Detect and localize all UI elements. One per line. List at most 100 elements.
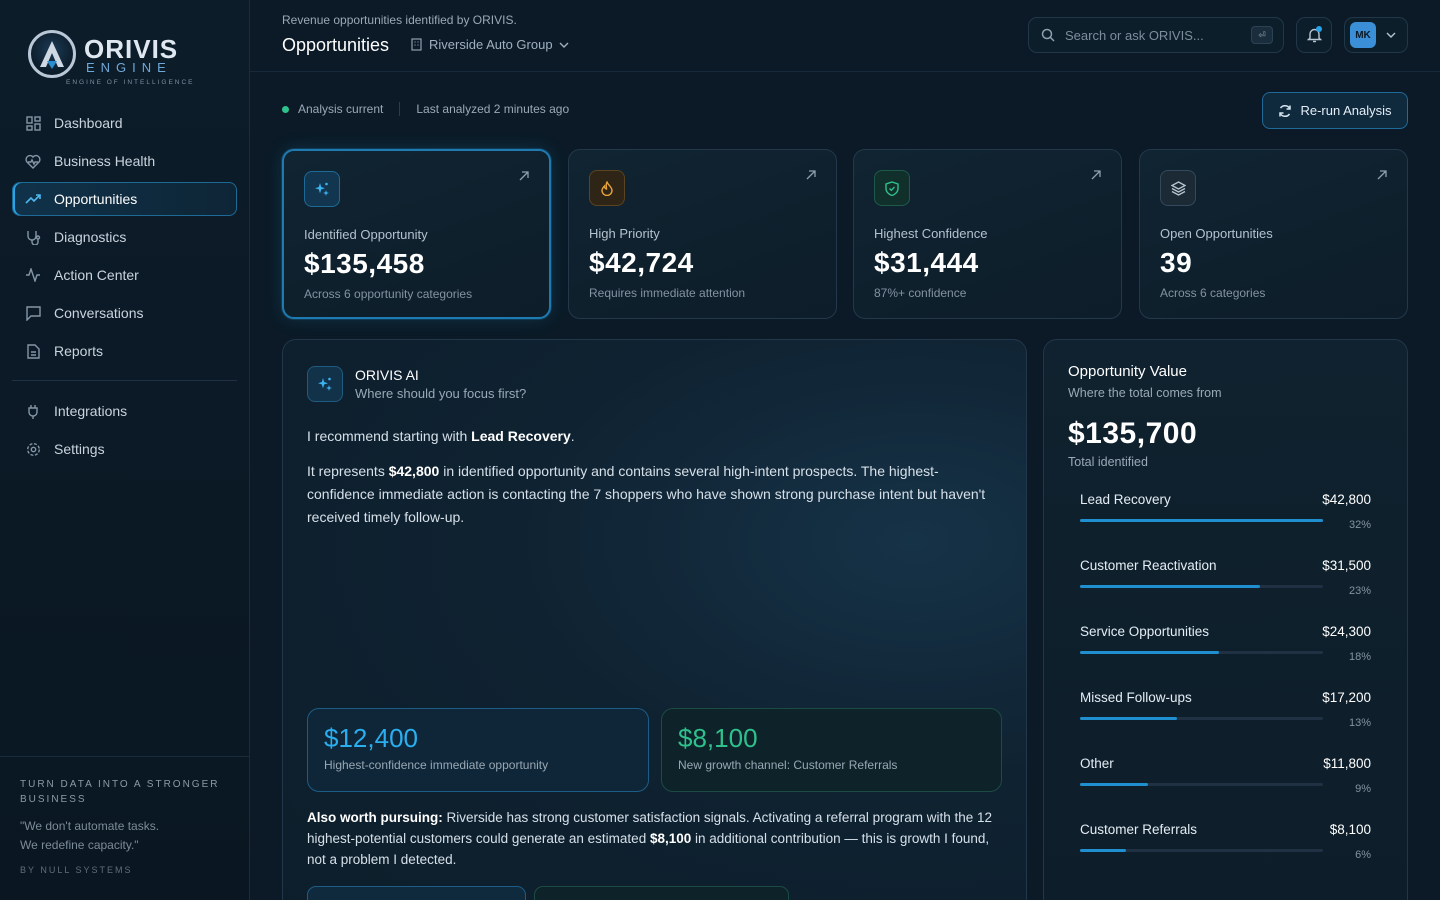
category-amount: $8,100 — [1329, 822, 1371, 837]
kpi-label: Open Opportunities — [1160, 226, 1273, 241]
progress-track — [1080, 717, 1323, 720]
grid-icon — [25, 115, 41, 131]
arrow-up-right-icon[interactable] — [1091, 170, 1101, 180]
search-icon — [1041, 28, 1055, 42]
page-title: Opportunities — [282, 35, 390, 55]
arrow-up-right-icon[interactable] — [806, 170, 816, 180]
sparkles-icon — [307, 366, 343, 402]
ai-question: Where should you focus first? — [355, 386, 527, 401]
notifications-button[interactable] — [1296, 17, 1332, 53]
sidebar: ORIVIS ENGINE ENGINE OF INTELLIGENCE Das… — [0, 0, 250, 900]
sidebar-item-action-center[interactable]: Action Center — [12, 258, 237, 292]
shield-check-icon — [874, 170, 910, 206]
sidebar-item-reports[interactable]: Reports — [12, 334, 237, 368]
arrow-up-right-icon[interactable] — [1377, 170, 1387, 180]
trending-up-icon — [25, 191, 41, 207]
ai-p1-end: . — [570, 428, 575, 444]
stat-label: Highest-confidence immediate opportunity — [324, 758, 549, 772]
sidebar-item-conversations[interactable]: Conversations — [12, 296, 237, 330]
progress-track — [1080, 849, 1323, 852]
category-amount: $17,200 — [1322, 690, 1371, 705]
last-analyzed: Last analyzed 2 minutes ago — [416, 102, 570, 116]
breakdown-row[interactable]: Customer Reactivation $31,500 23% — [1080, 558, 1371, 624]
panel-title: Opportunity Value — [1068, 363, 1187, 380]
sidebar-item-label: Action Center — [54, 267, 139, 283]
kpi-label: High Priority — [589, 226, 660, 241]
ai-p1-highlight: Lead Recovery — [471, 428, 571, 444]
sidebar-item-label: Settings — [54, 441, 105, 457]
sidebar-item-diagnostics[interactable]: Diagnostics — [12, 220, 237, 254]
logo-engine: ENGINE — [86, 60, 172, 75]
logo-mark-icon — [28, 30, 76, 78]
document-icon — [25, 343, 41, 359]
building-icon — [411, 38, 422, 51]
category-amount: $11,800 — [1323, 756, 1371, 771]
status-text: Analysis current — [298, 102, 384, 116]
activity-icon — [25, 267, 41, 283]
ai-action-button-secondary[interactable] — [534, 886, 789, 900]
sidebar-item-label: Opportunities — [54, 191, 138, 207]
search-input[interactable] — [1065, 27, 1235, 43]
category-amount: $31,500 — [1322, 558, 1371, 573]
sidebar-item-integrations[interactable]: Integrations — [12, 394, 237, 428]
ai-action-button-primary[interactable] — [307, 886, 526, 900]
progress-fill — [1080, 849, 1127, 852]
sidebar-item-label: Diagnostics — [54, 229, 127, 245]
growth-channel-card[interactable]: $8,100 New growth channel: Customer Refe… — [661, 708, 1002, 792]
chevron-down-icon — [559, 42, 569, 48]
rerun-analysis-button[interactable]: Re-run Analysis — [1262, 92, 1408, 129]
progress-fill — [1080, 717, 1178, 720]
search-bar[interactable]: ⏎ — [1028, 17, 1284, 53]
kpi-highest-confidence[interactable]: Highest Confidence $31,444 87%+ confiden… — [853, 149, 1122, 319]
footer-byline: BY NULL SYSTEMS — [20, 865, 133, 875]
rerun-label: Re-run Analysis — [1300, 103, 1392, 118]
breakdown-row[interactable]: Lead Recovery $42,800 32% — [1080, 492, 1371, 558]
ai-recommendation: I recommend starting with Lead Recovery. — [307, 428, 575, 444]
user-menu[interactable]: MK — [1344, 17, 1408, 53]
sidebar-item-opportunities[interactable]: Opportunities — [12, 182, 237, 216]
kpi-high-priority[interactable]: High Priority $42,724 Requires immediate… — [568, 149, 837, 319]
progress-fill — [1080, 519, 1323, 522]
sidebar-nav: Dashboard Business Health Opportunities … — [12, 106, 237, 470]
kpi-value: $135,458 — [304, 248, 425, 279]
ai-p1-text: I recommend starting with — [307, 428, 472, 444]
breakdown-row[interactable]: Other $11,800 9% — [1080, 756, 1371, 822]
kpi-value: 39 — [1160, 247, 1193, 278]
arrow-up-right-icon[interactable] — [519, 171, 529, 181]
opportunity-value-panel: Opportunity Value Where the total comes … — [1043, 339, 1408, 900]
sidebar-item-settings[interactable]: Settings — [12, 432, 237, 466]
breakdown-row[interactable]: Customer Referrals $8,100 6% — [1080, 822, 1371, 888]
kpi-value: $42,724 — [589, 247, 694, 278]
category-amount: $24,300 — [1322, 624, 1371, 639]
kpi-label: Identified Opportunity — [304, 227, 428, 242]
immediate-opportunity-card[interactable]: $12,400 Highest-confidence immediate opp… — [307, 708, 649, 792]
ai-name: ORIVIS AI — [355, 367, 419, 383]
ai-also-worth-pursuing: Also worth pursuing: Riverside has stron… — [307, 807, 1007, 870]
sidebar-footer: TURN DATA INTO A STRONGER BUSINESS "We d… — [0, 756, 249, 900]
sidebar-item-dashboard[interactable]: Dashboard — [12, 106, 237, 140]
plug-icon — [25, 403, 41, 419]
sidebar-item-label: Dashboard — [54, 115, 123, 131]
breakdown-row-header: Service Opportunities $24,300 — [1080, 624, 1371, 639]
progress-track — [1080, 783, 1323, 786]
progress-fill — [1080, 651, 1219, 654]
heart-pulse-icon — [25, 153, 41, 169]
total-value: $135,700 — [1068, 417, 1198, 450]
progress-track — [1080, 585, 1323, 588]
sidebar-item-business-health[interactable]: Business Health — [12, 144, 237, 178]
org-selector[interactable]: Riverside Auto Group — [410, 37, 569, 52]
breakdown-row[interactable]: Service Opportunities $24,300 18% — [1080, 624, 1371, 690]
breakdown-row-header: Other $11,800 — [1080, 756, 1371, 771]
enter-key-hint: ⏎ — [1251, 26, 1273, 44]
kpi-open-opportunities[interactable]: Open Opportunities 39 Across 6 categorie… — [1139, 149, 1408, 319]
sidebar-item-label: Conversations — [54, 305, 144, 321]
notification-dot — [1316, 26, 1322, 32]
progress-track — [1080, 519, 1323, 522]
stat-value: $8,100 — [678, 723, 758, 753]
kpi-subtext: Across 6 opportunity categories — [304, 287, 473, 301]
kpi-identified-opportunity[interactable]: Identified Opportunity $135,458 Across 6… — [282, 149, 551, 319]
sparkles-icon — [304, 171, 340, 207]
breakdown-row[interactable]: Missed Follow-ups $17,200 13% — [1080, 690, 1371, 756]
gear-icon — [25, 441, 41, 457]
orivis-logo[interactable]: ORIVIS ENGINE ENGINE OF INTELLIGENCE — [28, 28, 193, 90]
